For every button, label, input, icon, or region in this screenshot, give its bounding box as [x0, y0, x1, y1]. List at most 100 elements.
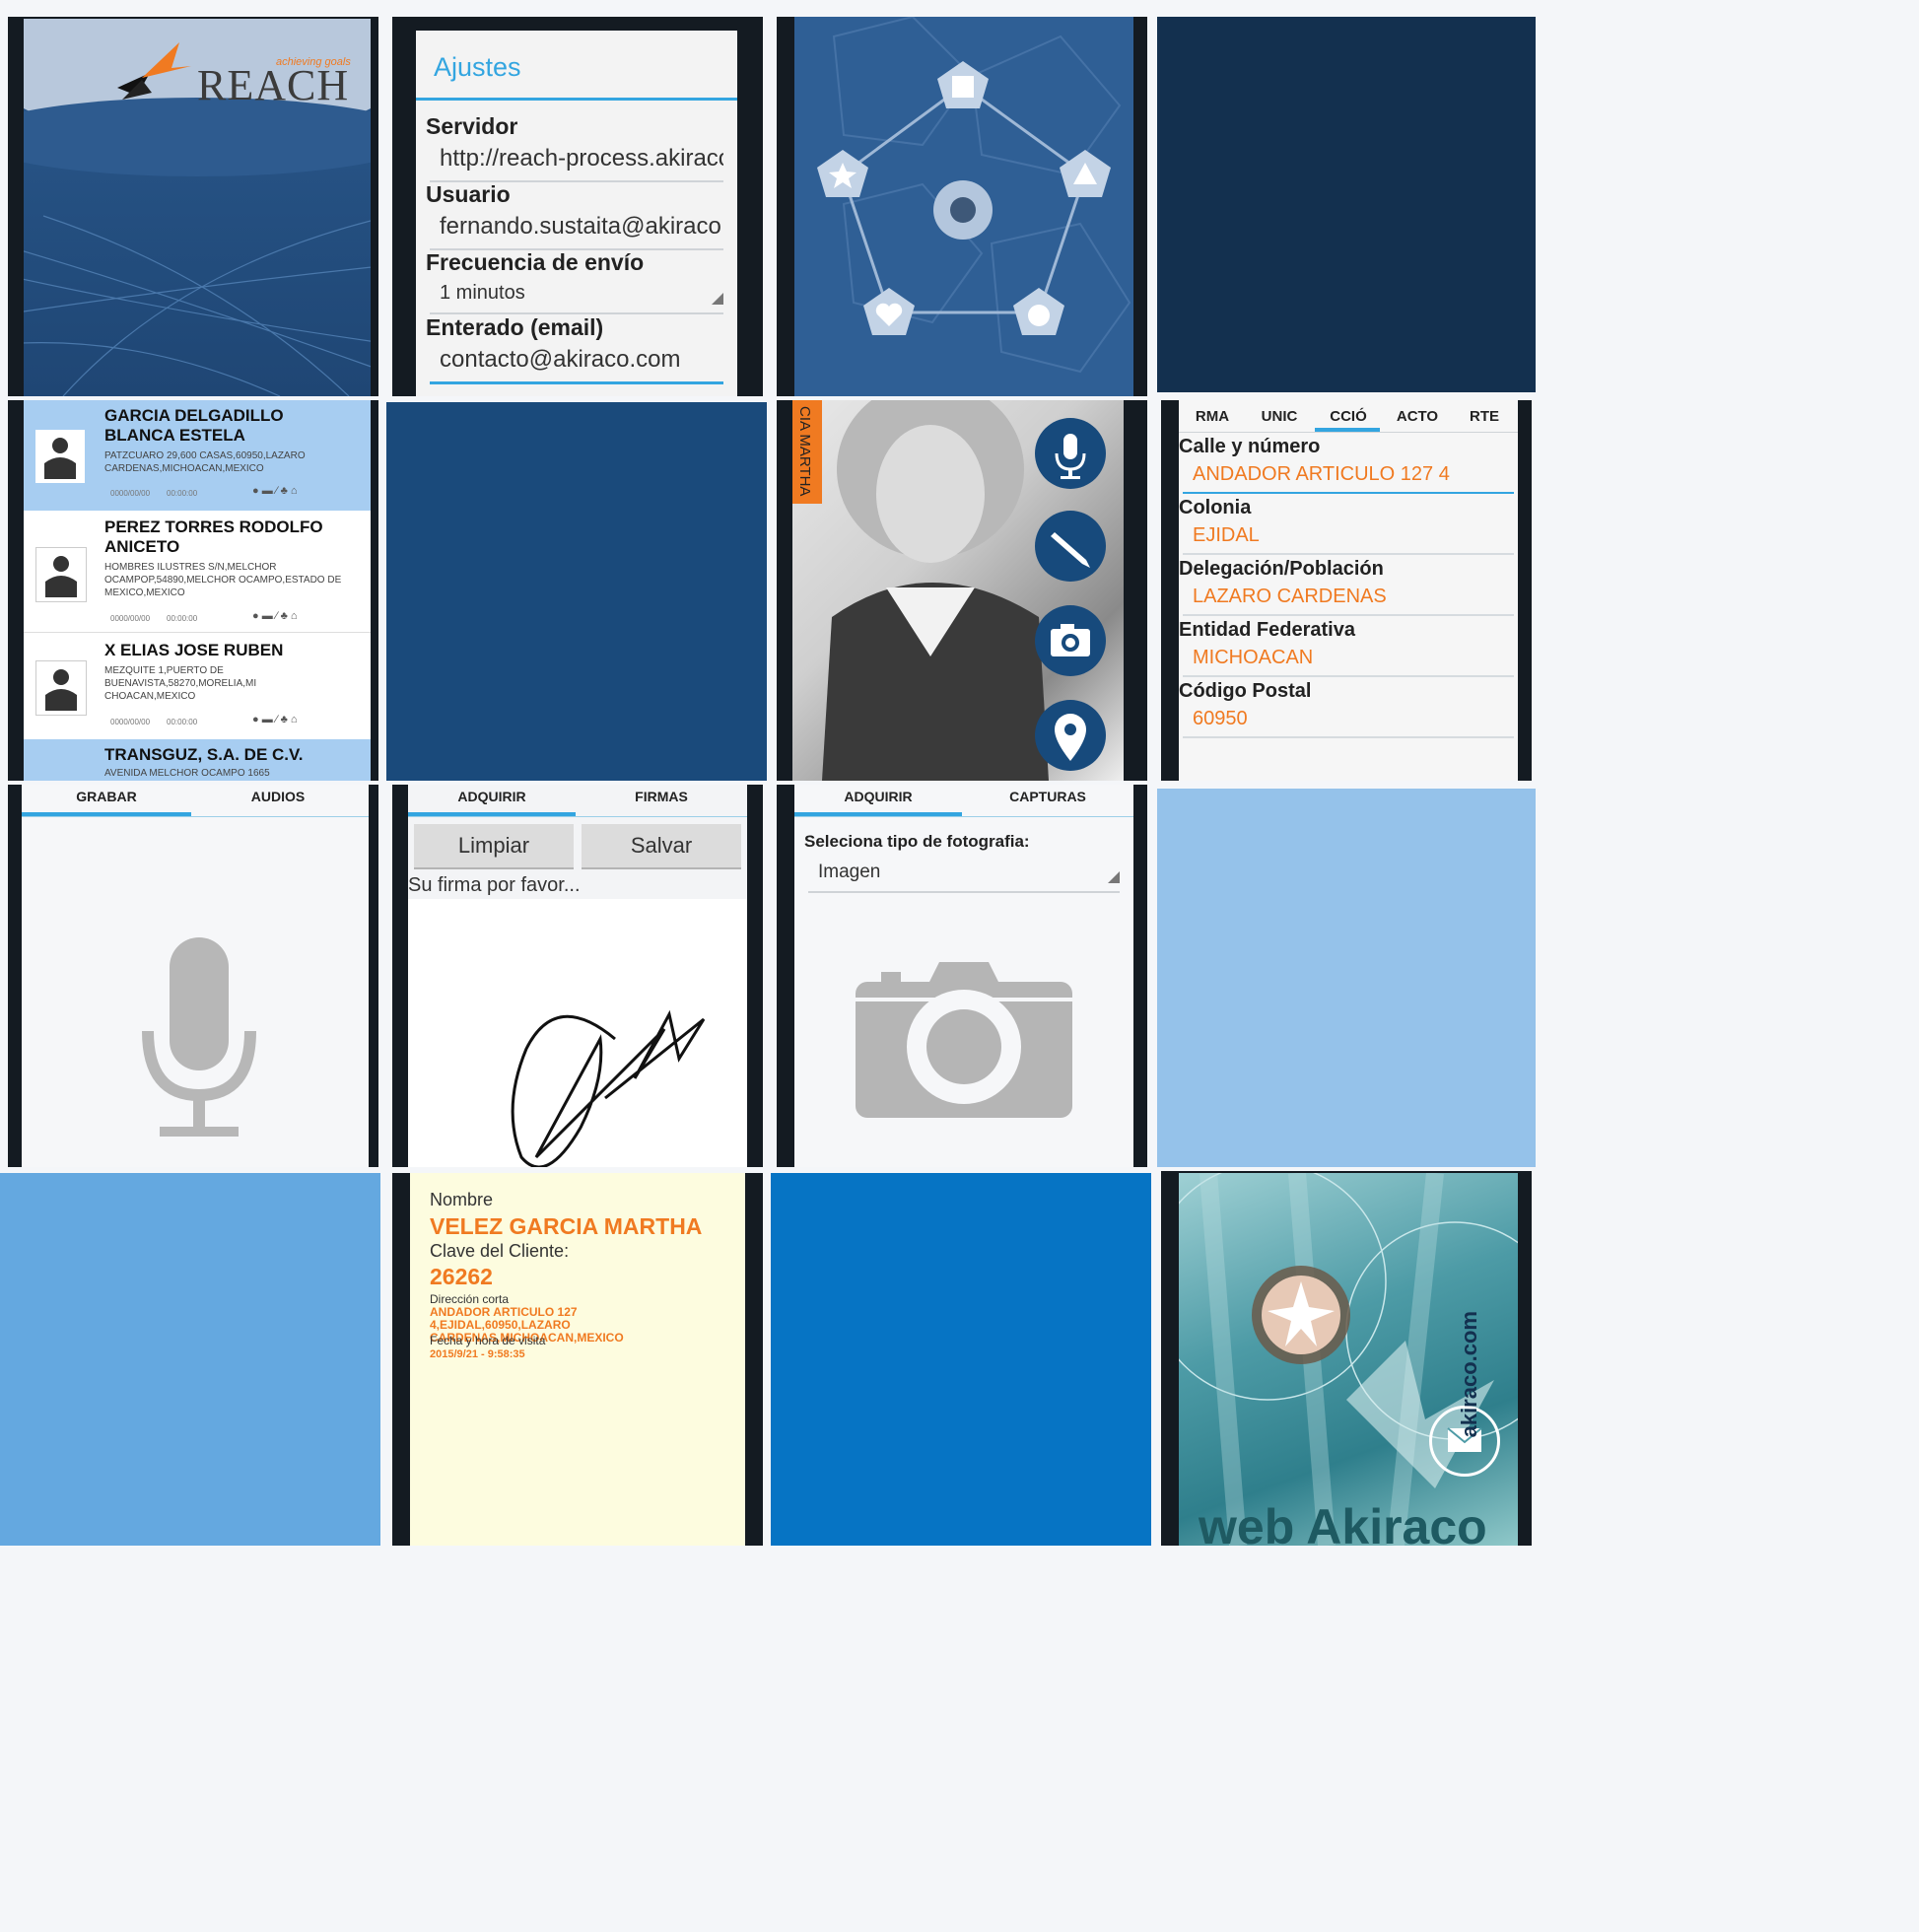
- pattern-screen: [794, 17, 1133, 396]
- visit-date: 0000/00/00: [110, 614, 151, 623]
- active-tab-indicator: [794, 812, 962, 816]
- side-label-strip: CIA MARTHA: [792, 400, 822, 504]
- camera-button[interactable]: [1035, 605, 1106, 676]
- pattern-drawing: [817, 17, 1131, 374]
- save-button[interactable]: Salvar: [582, 824, 741, 869]
- postal-code-input[interactable]: 60950: [1183, 708, 1514, 738]
- navy-blue-color-tile: [386, 402, 767, 781]
- address-form: RMA UNIC CCIÓ ACTO RTE Calle y número AN…: [1179, 400, 1518, 781]
- state-input[interactable]: MICHOACAN: [1183, 647, 1514, 677]
- web-domain: akiraco.com: [1457, 1311, 1481, 1438]
- splash-background: REACH achieving goals: [24, 19, 371, 396]
- active-tab-indicator: [22, 812, 191, 816]
- client-info-tile: Nombre VELEZ GARCIA MARTHA Clave del Cli…: [392, 1173, 763, 1546]
- location-button[interactable]: [1035, 700, 1106, 771]
- tab-reporte[interactable]: RTE: [1451, 408, 1518, 425]
- postal-code-label: Código Postal: [1179, 680, 1312, 702]
- photo-type-label: Seleciona tipo de fotografia:: [804, 832, 1030, 851]
- client-name: VELEZ GARCIA MARTHA: [430, 1213, 703, 1239]
- client-address: HOMBRES ILUSTRES S/N,MELCHOR OCAMPOP,548…: [104, 562, 342, 598]
- dropdown-corner-icon: [1108, 871, 1120, 883]
- pattern-screen-tile: [777, 17, 1147, 396]
- signature-screen: ADQUIRIR FIRMAS Limpiar Salvar Su firma …: [408, 785, 747, 1167]
- email-input[interactable]: contacto@akiraco.com: [430, 346, 723, 384]
- user-label: Usuario: [426, 181, 511, 207]
- audio-screen: GRABAR AUDIOS: [22, 785, 369, 1167]
- sky-blue-color-tile: [0, 1173, 380, 1546]
- client-address: AVENIDA MELCHOR OCAMPO 1665: [104, 768, 270, 779]
- photo-screen-tile: ADQUIRIR CAPTURAS Seleciona tipo de foto…: [777, 785, 1147, 1167]
- status-icons: ● ▬ ∕ ♣ ⌂: [252, 714, 298, 725]
- record-audio-button[interactable]: [1035, 418, 1106, 489]
- person-icon: [45, 669, 77, 711]
- address-form-tile: RMA UNIC CCIÓ ACTO RTE Calle y número AN…: [1161, 400, 1532, 781]
- visit-datetime: 2015/9/21 - 9:58:35: [430, 1348, 525, 1360]
- address-label: Dirección corta: [430, 1292, 510, 1306]
- signature-canvas[interactable]: [408, 901, 747, 1167]
- active-tab-indicator: [1315, 428, 1380, 432]
- client-address: MEZQUITE 1,PUERTO DE BUENAVISTA,58270,MO…: [104, 665, 257, 702]
- profile-screen-tile: CIA MARTHA: [777, 400, 1147, 781]
- clear-button[interactable]: Limpiar: [414, 824, 574, 869]
- delegation-input[interactable]: LAZARO CARDENAS: [1183, 586, 1514, 616]
- client-address: PATZCUARO 29,600 CASAS,60950,LAZARO CARD…: [104, 450, 306, 474]
- settings-title: Ajustes: [434, 52, 521, 82]
- tab-contacto[interactable]: ACTO: [1384, 408, 1451, 425]
- visit-time: 00:00:00: [167, 718, 198, 726]
- settings-screen-tile: Ajustes Servidor http://reach-process.ak…: [392, 17, 763, 396]
- pen-icon: [1051, 532, 1090, 568]
- splash-tagline: achieving goals: [276, 56, 351, 68]
- list-item[interactable]: PEREZ TORRES RODOLFO ANICETO HOMBRES ILU…: [24, 512, 371, 633]
- avatar: [35, 547, 87, 602]
- person-icon: [45, 556, 77, 597]
- square-icon: [952, 76, 974, 98]
- tab-grabar[interactable]: GRABAR: [22, 789, 191, 804]
- frequency-select[interactable]: 1 minutos: [430, 282, 723, 314]
- visit-date: 0000/00/00: [110, 489, 151, 498]
- camera-icon: [1051, 624, 1090, 656]
- microphone-icon: [1055, 434, 1086, 479]
- name-label: Nombre: [430, 1190, 494, 1209]
- client-name: GARCIA DELGADILLO BLANCA ESTELA: [104, 406, 284, 445]
- tab-comunicacion[interactable]: UNIC: [1246, 408, 1313, 425]
- tab-adquirir[interactable]: ADQUIRIR: [408, 789, 576, 804]
- status-icons: ● ▬ ∕ ♣ ⌂: [252, 485, 298, 497]
- photo-type-select[interactable]: Imagen: [808, 862, 1120, 893]
- delegation-label: Delegación/Población: [1179, 558, 1384, 580]
- email-label: Enterado (email): [426, 314, 604, 340]
- signature-button[interactable]: [1035, 511, 1106, 582]
- tab-adquirir[interactable]: ADQUIRIR: [794, 789, 962, 804]
- audio-screen-tile: GRABAR AUDIOS: [8, 785, 378, 1167]
- tab-divider: [794, 816, 1133, 817]
- signature-screen-tile: ADQUIRIR FIRMAS Limpiar Salvar Su firma …: [392, 785, 763, 1167]
- status-icons: ● ▬ ∕ ♣ ⌂: [252, 610, 298, 622]
- list-item[interactable]: GARCIA DELGADILLO BLANCA ESTELA PATZCUAR…: [24, 400, 371, 511]
- tab-direccion[interactable]: CCIÓ: [1315, 408, 1382, 425]
- dropdown-corner-icon: [712, 293, 723, 305]
- person-icon: [44, 438, 76, 479]
- settings-title-divider: [416, 98, 737, 101]
- tab-informacion[interactable]: RMA: [1179, 408, 1246, 425]
- client-name: X ELIAS JOSE RUBEN: [104, 641, 284, 659]
- circle-icon: [1028, 305, 1050, 326]
- tab-firmas[interactable]: FIRMAS: [578, 789, 745, 804]
- client-key: 26262: [430, 1264, 493, 1289]
- visit-label: Fecha y hora de visita: [430, 1334, 546, 1347]
- colony-label: Colonia: [1179, 497, 1252, 518]
- colony-input[interactable]: EJIDAL: [1183, 524, 1514, 555]
- street-input[interactable]: ANDADOR ARTICULO 127 4: [1183, 463, 1514, 494]
- web-title: web Akiraco: [1199, 1499, 1487, 1546]
- list-item[interactable]: TRANSGUZ, S.A. DE C.V. AVENIDA MELCHOR O…: [24, 739, 371, 781]
- camera-icon[interactable]: [856, 960, 1072, 1118]
- settings-screen: Ajustes Servidor http://reach-process.ak…: [416, 31, 737, 396]
- server-label: Servidor: [426, 113, 518, 139]
- tab-capturas[interactable]: CAPTURAS: [964, 789, 1131, 804]
- server-input[interactable]: http://reach-process.akiraco.com: [430, 145, 723, 182]
- user-input[interactable]: fernando.sustaita@akiraco.com: [430, 213, 723, 250]
- photo-screen: ADQUIRIR CAPTURAS Seleciona tipo de foto…: [794, 785, 1133, 1167]
- list-item[interactable]: X ELIAS JOSE RUBEN MEZQUITE 1,PUERTO DE …: [24, 633, 371, 737]
- active-tab-indicator: [408, 812, 576, 816]
- tab-audios[interactable]: AUDIOS: [193, 789, 363, 804]
- microphone-icon[interactable]: [140, 937, 258, 1144]
- brand-blue-color-tile: [771, 1173, 1151, 1546]
